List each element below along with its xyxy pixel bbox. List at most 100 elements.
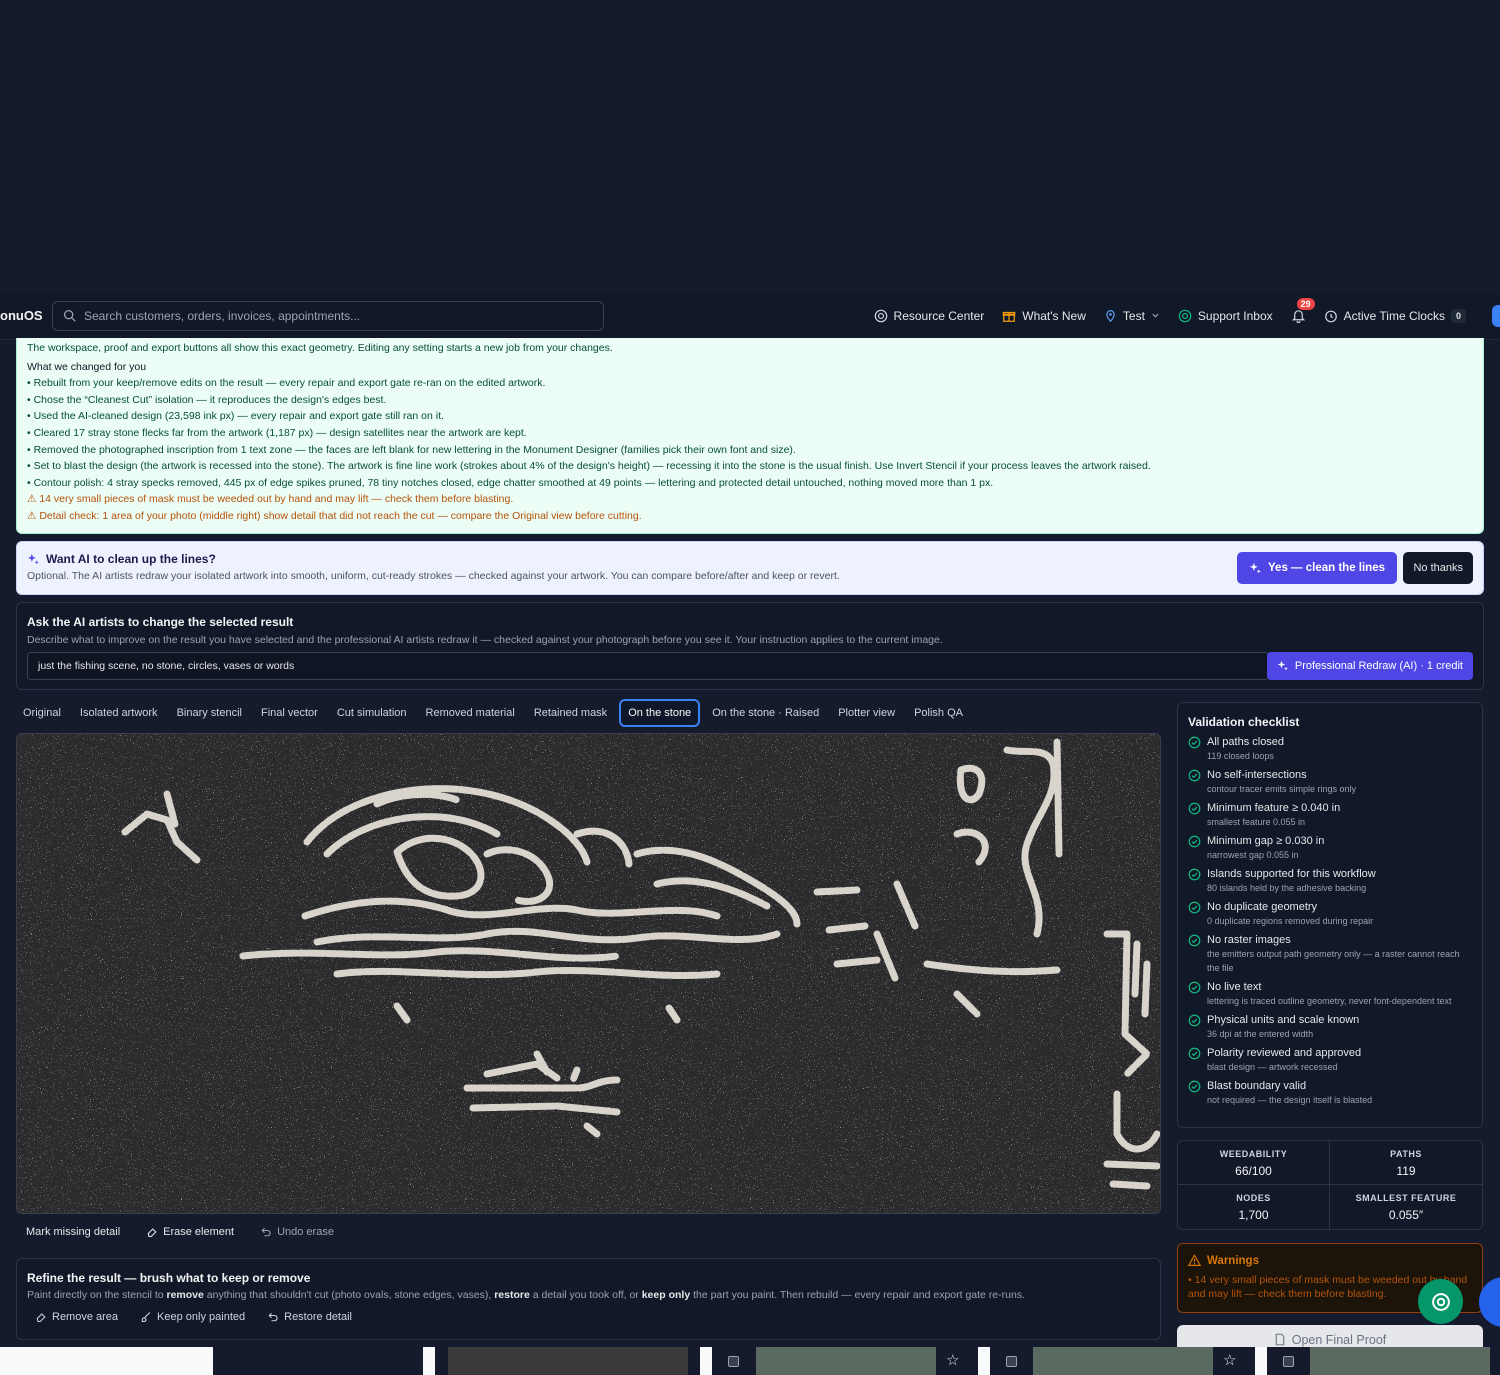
notifications-button[interactable]: 29 [1291,298,1315,323]
gallery-photo[interactable] [448,1347,688,1375]
summary-item: • Removed the photographed inscription f… [27,443,796,456]
star-icon[interactable]: ☆ [1223,1351,1236,1369]
gallery-checkbox[interactable] [1006,1356,1017,1367]
checklist-label: Islands supported for this workflow [1207,868,1376,880]
check-circle-icon [1188,1080,1201,1093]
help-button[interactable] [1418,1279,1463,1324]
gallery-tile [423,1347,435,1375]
checklist-label: All paths closed [1207,736,1285,748]
tab-cut-simulation[interactable]: Cut simulation [330,701,414,725]
checklist-title: Validation checklist [1188,715,1300,729]
user-avatar[interactable] [1492,304,1500,327]
checklist-item: Polarity reviewed and approved blast desi… [1188,1046,1472,1074]
gallery-tile[interactable] [0,1347,213,1375]
checklist-detail: smallest feature 0.055 in [1207,817,1306,827]
checklist-detail: contour tracer emits simple rings only [1207,784,1357,794]
remove-area-button[interactable]: Remove area [35,1311,118,1323]
blank-top-area [0,0,1500,292]
clean-lines-button[interactable]: Yes — clean the lines [1237,552,1397,584]
tab-retained-mask[interactable]: Retained mask [527,701,614,725]
tab-isolated-artwork[interactable]: Isolated artwork [73,701,165,725]
summary-intro: The workspace, proof and export buttons … [27,342,613,354]
summary-warning: ⚠ Detail check: 1 area of your photo (mi… [27,509,642,522]
tab-polish-qa[interactable]: Polish QA [907,701,970,725]
summary-item: • Set to blast the design (the artwork i… [27,460,1151,473]
brand-logo[interactable]: onuOS [0,308,44,323]
gallery-checkbox[interactable] [1283,1356,1294,1367]
resource-center-link[interactable]: Resource Center [874,308,985,323]
no-thanks-button[interactable]: No thanks [1403,552,1473,584]
summary-item: • Cleared 17 stray stone flecks far from… [27,426,527,439]
restore-detail-button[interactable]: Restore detail [267,1311,352,1323]
bottom-gallery-strip: ☆ ☆ [0,1347,1500,1375]
checklist-detail: narrowest gap 0.055 in [1207,850,1299,860]
support-inbox-link[interactable]: Support Inbox [1178,309,1273,323]
tab-removed-material[interactable]: Removed material [419,701,522,725]
document-icon [1275,1333,1285,1346]
gallery-photo[interactable] [1033,1347,1213,1375]
check-circle-icon [1188,868,1201,881]
header-nav: Resource Center What's New Test Support … [856,298,1500,327]
tab-plotter-view[interactable]: Plotter view [831,701,902,725]
gallery-tile [700,1347,712,1375]
canvas-tools: Mark missing detail Erase element Undo e… [26,1226,334,1238]
checklist-label: Minimum gap ≥ 0.030 in [1207,835,1325,847]
check-circle-icon [1188,1047,1201,1060]
checklist-item: No live text lettering is traced outline … [1188,980,1472,1008]
tab-original[interactable]: Original [16,701,68,725]
remove-area-label: Remove area [52,1311,119,1323]
refine-panel: Refine the result — brush what to keep o… [16,1258,1161,1340]
ai-instruction-input[interactable]: just the fishing scene, no stone, circle… [27,652,1269,680]
summary-heading: What we changed for you [27,360,147,373]
checklist-detail: the emitters output path geometry only —… [1207,949,1460,973]
checklist-item: Minimum gap ≥ 0.030 in narrowest gap 0.05… [1188,834,1472,862]
location-select[interactable]: Test [1104,309,1160,323]
final-proof-label: Open Final Proof [1291,1333,1387,1347]
gallery-photo[interactable] [1310,1347,1490,1375]
gallery-tile [978,1347,990,1375]
ask-ai-panel: Ask the AI artists to change the selecte… [16,602,1484,690]
gallery-checkbox[interactable] [728,1356,739,1367]
stencil-on-stone-image [17,734,1160,1213]
whats-new-link[interactable]: What's New [1002,309,1086,323]
summary-item: • Rebuilt from your keep/remove edits on… [27,377,546,390]
global-search[interactable]: Search customers, orders, invoices, appo… [52,300,604,331]
clean-lines-label: Yes — clean the lines [1268,562,1385,574]
stone-preview-canvas[interactable] [16,733,1161,1214]
keep-only-painted-button[interactable]: Keep only painted [140,1311,245,1323]
checklist-item: No self-intersections contour tracer emit… [1188,768,1472,796]
checklist-detail: 0 duplicate regions removed during repai… [1207,916,1374,926]
mark-missing-detail-button[interactable]: Mark missing detail [26,1226,120,1238]
active-time-clocks-link[interactable]: Active Time Clocks 0 [1324,308,1466,323]
notification-count-badge: 29 [1296,298,1315,310]
stats-grid: WEEDABILITY 66/100 PATHS 119 NODES 1,700 SM… [1177,1140,1483,1230]
result-summary-panel: The workspace, proof and export buttons … [16,338,1484,534]
undo-erase-button[interactable]: Undo erase [260,1226,334,1238]
checklist-item: Physical units and scale known 36 dpi at … [1188,1013,1472,1041]
checklist-label: No duplicate geometry [1207,901,1318,913]
erase-element-button[interactable]: Erase element [146,1226,234,1238]
refine-title: Refine the result — brush what to keep o… [27,1271,311,1285]
location-pin-icon [1106,309,1115,322]
professional-redraw-button[interactable]: Professional Redraw (AI) · 1 credit [1266,652,1473,680]
resource-center-label: Resource Center [893,308,985,323]
active-time-clocks-label: Active Time Clocks [1343,308,1445,323]
checklist-label: No self-intersections [1207,769,1307,781]
lifebuoy-icon [1431,1292,1450,1311]
brush-icon [141,1312,151,1323]
restore-detail-label: Restore detail [284,1311,352,1323]
search-placeholder: Search customers, orders, invoices, appo… [84,308,361,323]
gallery-photo[interactable] [756,1347,936,1375]
star-icon[interactable]: ☆ [946,1351,959,1369]
tab-on-the-stone-raised[interactable]: On the stone · Raised [705,701,826,725]
tab-final-vector[interactable]: Final vector [254,701,325,725]
stat-nodes: NODES 1,700 [1178,1185,1330,1229]
tab-binary-stencil[interactable]: Binary stencil [170,701,249,725]
undo-icon [261,1227,271,1237]
refine-description: Paint directly on the stencil to remove … [27,1289,1025,1301]
stat-paths: PATHS 119 [1330,1141,1482,1185]
check-circle-icon [1188,981,1201,994]
whats-new-label: What's New [1022,308,1086,323]
undo-label: Undo erase [277,1226,334,1238]
tab-on-the-stone[interactable]: On the stone [619,699,701,727]
